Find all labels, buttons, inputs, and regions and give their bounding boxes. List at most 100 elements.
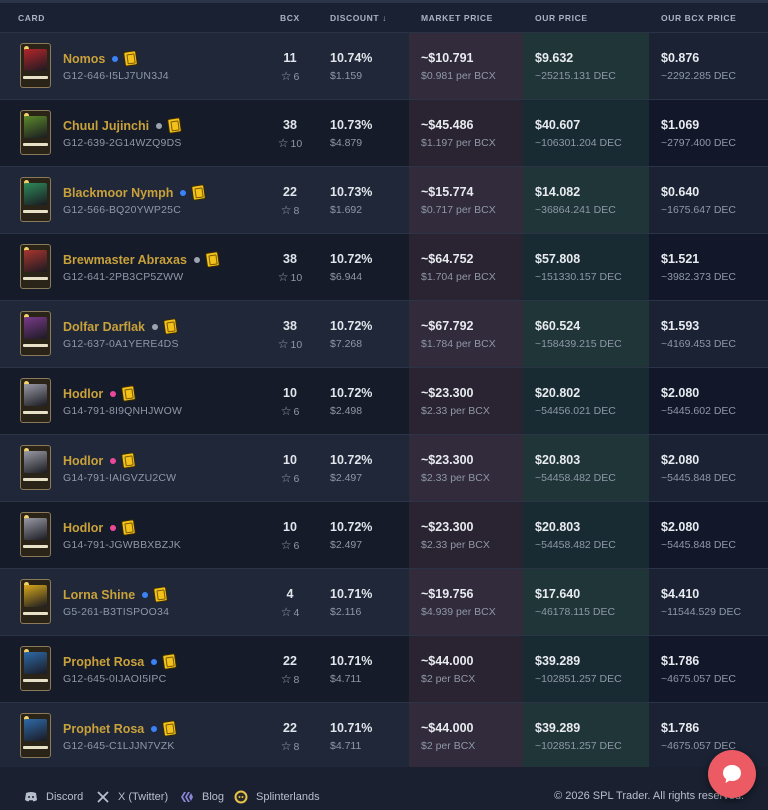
market-price: ~$67.792 [421,319,474,333]
card-name-line[interactable]: Dolfar Darflak [63,318,178,335]
card-name-line[interactable]: Chuul Jujinchi [63,117,183,134]
market-price-per-bcx: $4.939 per BCX [421,606,496,618]
card-name-line[interactable]: Lorna Shine [63,586,169,603]
table-row[interactable]: ~$23.300 $2.33 per BCX $20.803 ~54458.482 D… [0,502,768,569]
our-price-cell: $14.082 ~36864.241 DEC [523,167,649,233]
discord-link[interactable]: Discord [24,789,83,805]
card-name[interactable]: Chuul Jujinchi [63,119,149,133]
market-price: ~$44.000 [421,654,474,668]
card-name-line[interactable]: Hodlor [63,452,137,469]
table-row[interactable]: ~$44.000 $2 per BCX $39.289 ~102851.257 DEC… [0,636,768,703]
cards-table: CARD BCX DISCOUNT ↓ MARKET PRICE OUR PRI… [0,0,768,770]
market-price: ~$23.300 [421,520,474,534]
header-discount[interactable]: DISCOUNT ↓ [330,3,387,33]
table-row[interactable]: ~$19.756 $4.939 per BCX $17.640 ~46178.115 … [0,569,768,636]
rarity-dot [156,122,163,129]
card-thumbnail[interactable] [20,579,51,624]
table-row[interactable]: ~$45.486 $1.197 per BCX $40.607 ~106301.204… [0,100,768,167]
card-name-line[interactable]: Blackmoor Nymph [63,184,207,201]
table-row[interactable]: ~$23.300 $2.33 per BCX $20.802 ~54456.021 D… [0,368,768,435]
our-bcx-price: $4.410 [661,587,700,601]
card-name[interactable]: Prophet Rosa [63,655,144,669]
our-bcx-price-dec: ~1675.647 DEC [661,204,737,216]
card-name[interactable]: Dolfar Darflak [63,320,145,334]
market-price: ~$44.000 [421,721,474,735]
card-name[interactable]: Hodlor [63,521,103,535]
card-nameplate [23,277,48,280]
star-icon: ☆ [277,270,289,284]
card-name-line[interactable]: Prophet Rosa [63,720,178,737]
header-our-bcx-price[interactable]: OUR BCX PRICE [661,3,736,33]
card-name[interactable]: Nomos [63,52,105,66]
star-icon: ☆ [277,136,289,150]
card-name-line[interactable]: Brewmaster Abraxas [63,251,220,268]
header-card[interactable]: CARD [18,3,45,33]
card-name[interactable]: Hodlor [63,387,103,401]
card-name-line[interactable]: Hodlor [63,385,137,402]
twitter-link[interactable]: X (Twitter) [96,789,168,805]
card-thumbnail[interactable] [20,311,51,356]
rarity-dot [110,457,117,464]
card-thumbnail[interactable] [20,445,51,490]
gold-foil-icon [153,586,169,603]
card-name-line[interactable]: Nomos [63,50,139,67]
card-uid: G5-261-B3TISPOO34 [63,606,170,618]
header-market-price[interactable]: MARKET PRICE [421,3,493,33]
rarity-dot [151,323,158,330]
card-thumbnail[interactable] [20,713,51,758]
level-stars: ☆ 10 [270,270,310,284]
card-uid: G12-639-2G14WZQ9DS [63,137,182,149]
our-price: $14.082 [535,185,581,199]
table-row[interactable]: ~$15.774 $0.717 per BCX $14.082 ~36864.241 … [0,167,768,234]
card-name[interactable]: Prophet Rosa [63,722,144,736]
splinterlands-label: Splinterlands [256,791,320,803]
card-thumbnail[interactable] [20,110,51,155]
table-row[interactable]: ~$44.000 $2 per BCX $39.289 ~102851.257 DEC… [0,703,768,770]
star-icon: ☆ [280,69,292,83]
table-row[interactable]: ~$64.752 $1.704 per BCX $57.808 ~151330.157… [0,234,768,301]
our-price-cell: $39.289 ~102851.257 DEC [523,636,649,702]
card-thumbnail[interactable] [20,244,51,289]
card-name[interactable]: Hodlor [63,454,103,468]
card-nameplate [23,746,48,749]
chat-button[interactable] [708,750,756,798]
table-row[interactable]: ~$67.792 $1.784 per BCX $60.524 ~158439.215… [0,301,768,368]
our-price: $39.289 [535,654,581,668]
bcx-value: 38 [283,118,297,132]
card-name-line[interactable]: Hodlor [63,519,137,536]
our-price-cell: $57.808 ~151330.157 DEC [523,234,649,300]
our-price-dec: ~25215.131 DEC [535,70,616,82]
card-name-line[interactable]: Prophet Rosa [63,653,178,670]
level-stars: ☆ 6 [270,538,310,552]
gold-foil-icon [191,184,207,201]
bcx-value: 38 [283,319,297,333]
header-bcx[interactable]: BCX [280,3,300,33]
card-thumbnail[interactable] [20,177,51,222]
our-price-cell: $9.632 ~25215.131 DEC [523,33,649,99]
card-name[interactable]: Brewmaster Abraxas [63,253,187,267]
chat-bubble-icon [720,762,744,786]
table-row[interactable]: ~$23.300 $2.33 per BCX $20.803 ~54458.482 D… [0,435,768,502]
table-row[interactable]: ~$10.791 $0.981 per BCX $9.632 ~25215.131 D… [0,33,768,100]
market-price-per-bcx: $0.717 per BCX [421,204,496,216]
card-thumbnail[interactable] [20,43,51,88]
card-name[interactable]: Lorna Shine [63,588,135,602]
market-price-per-bcx: $2.33 per BCX [421,472,490,484]
card-thumbnail[interactable] [20,512,51,557]
our-bcx-price-cell: $4.410 ~11544.529 DEC [649,569,768,635]
card-thumbnail[interactable] [20,646,51,691]
rarity-dot [110,524,117,531]
our-bcx-price: $2.080 [661,520,700,534]
card-nameplate [23,411,48,414]
discount-percent: 10.71% [330,587,373,601]
splinterlands-link[interactable]: Splinterlands [234,789,320,805]
market-price-cell: ~$64.752 $1.704 per BCX [409,234,523,300]
level-stars: ☆ 10 [270,136,310,150]
market-price: ~$23.300 [421,386,474,400]
card-name[interactable]: Blackmoor Nymph [63,186,173,200]
blog-link[interactable]: Blog [180,789,224,805]
card-thumbnail[interactable] [20,378,51,423]
header-our-price[interactable]: OUR PRICE [535,3,588,33]
level-stars: ☆ 8 [270,672,310,686]
our-price-dec: ~106301.204 DEC [535,137,622,149]
